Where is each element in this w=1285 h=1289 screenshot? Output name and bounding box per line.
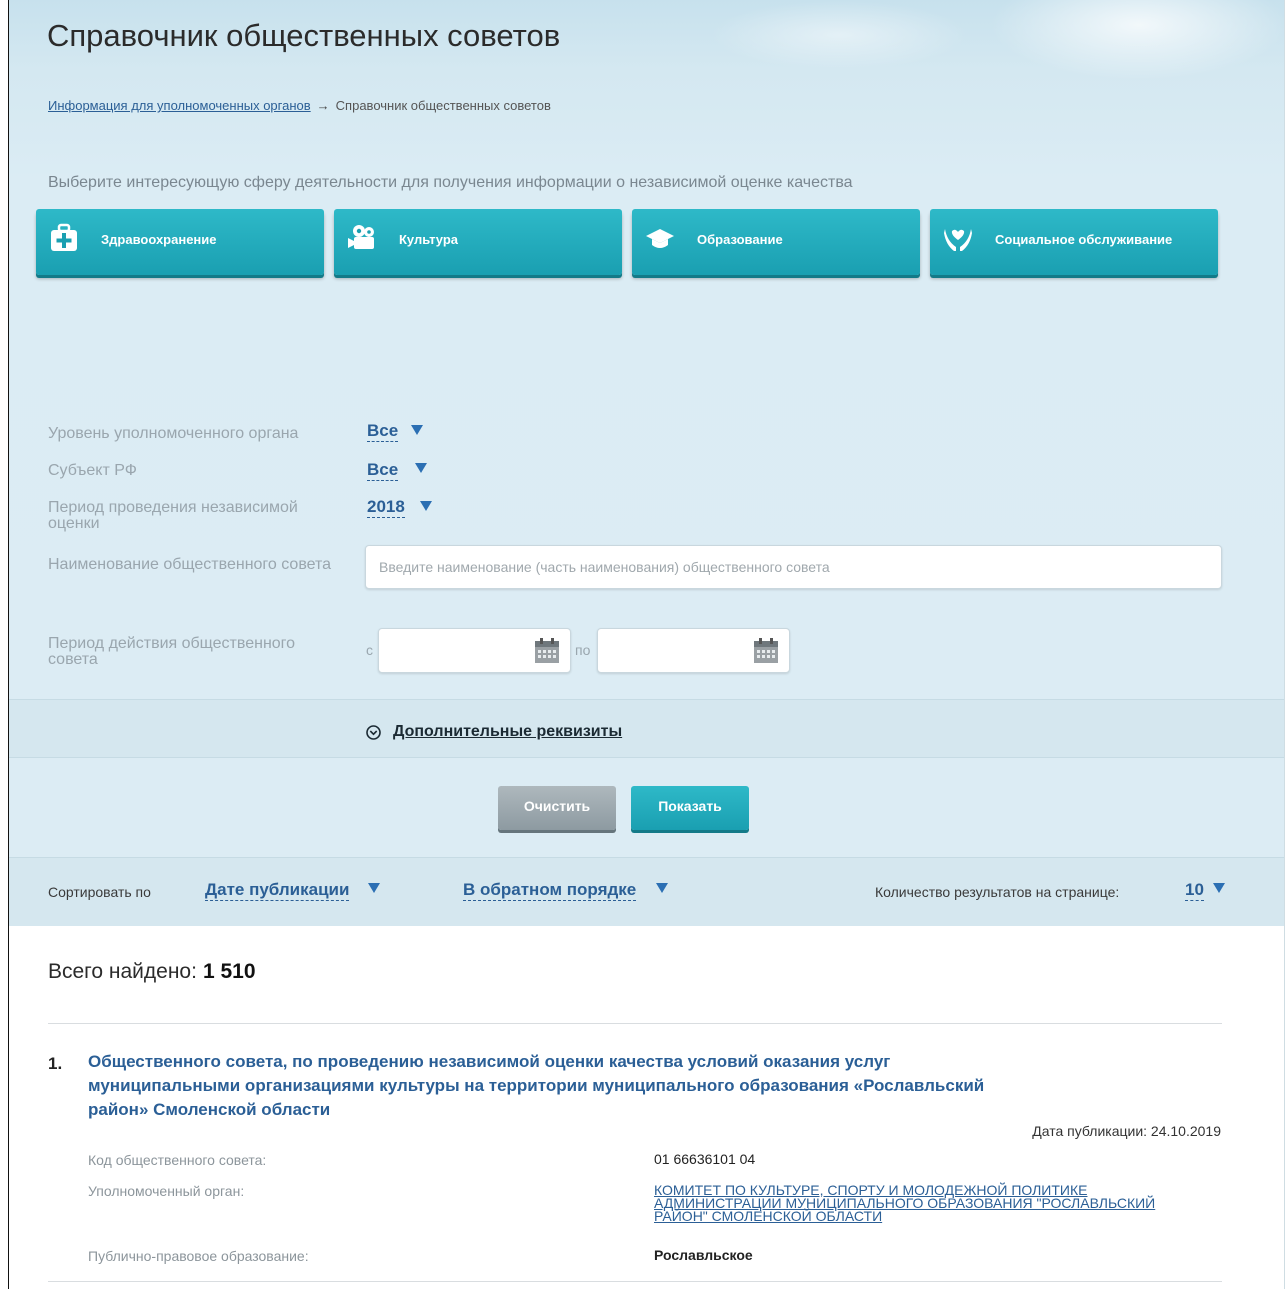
chevron-down-icon[interactable] <box>368 883 380 893</box>
result-entity-label: Публично-правовое образование: <box>88 1248 309 1264</box>
level-filter-label: Уровень уполномоченного органа <box>48 425 299 442</box>
results-total-label: Всего найдено: <box>48 960 197 983</box>
film-camera-icon <box>348 225 374 249</box>
sphere-button-education[interactable]: Образование <box>632 209 920 275</box>
chevron-down-icon[interactable] <box>411 425 423 435</box>
extra-fields-label: Дополнительные реквизиты <box>393 723 623 740</box>
result-authority-link[interactable]: КОМИТЕТ ПО КУЛЬТУРЕ, СПОРТУ И МОЛОДЕЖНОЙ… <box>654 1183 1194 1223</box>
sky-cloud <box>709 0 969 70</box>
sphere-buttons: Здравоохранение Культура Образование Соц… <box>36 209 1226 277</box>
sphere-button-culture[interactable]: Культура <box>334 209 622 275</box>
calendar-icon[interactable] <box>753 638 779 664</box>
breadcrumb: Информация для уполномоченных органов → Сп… <box>48 98 551 113</box>
result-number: 1. <box>48 1054 63 1073</box>
chevron-down-icon[interactable] <box>1213 883 1225 893</box>
sphere-button-social[interactable]: Социальное обслуживание <box>930 209 1218 275</box>
date-from-label: с <box>366 642 373 658</box>
sphere-intro-text: Выберите интересующую сферу деятельности… <box>48 174 853 191</box>
per-page-select[interactable]: 10 <box>1185 880 1204 901</box>
clear-button[interactable]: Очистить <box>498 786 616 830</box>
result-title-link[interactable]: Общественного совета, по проведению неза… <box>88 1050 988 1122</box>
divider <box>48 1023 1222 1024</box>
extra-fields-band <box>9 699 1284 758</box>
date-from-input[interactable] <box>378 628 571 673</box>
show-button[interactable]: Показать <box>631 786 749 830</box>
result-code-label: Код общественного совета: <box>88 1152 267 1168</box>
results-total-count: 1 510 <box>202 960 256 983</box>
calendar-icon[interactable] <box>534 638 560 664</box>
per-page-label: Количество результатов на странице: <box>875 884 1120 900</box>
subject-filter-label: Субъект РФ <box>48 462 137 479</box>
date-to-label: по <box>575 642 591 658</box>
sort-label: Сортировать по <box>48 884 151 900</box>
chevron-circle-down-icon <box>366 725 381 740</box>
caring-hands-icon <box>944 229 972 251</box>
page-frame: Справочник общественных советов Информац… <box>8 0 1285 1289</box>
level-filter-select[interactable]: Все <box>367 421 399 442</box>
result-code-value: 01 66636101 04 <box>654 1151 756 1167</box>
subject-filter-select[interactable]: Все <box>367 460 399 481</box>
results-total: Всего найдено: 1 510 <box>48 960 256 984</box>
page-title: Справочник общественных советов <box>47 18 561 53</box>
graduation-cap-icon <box>646 229 674 248</box>
sphere-label: Здравоохранение <box>101 232 217 247</box>
breadcrumb-link[interactable]: Информация для уполномоченных органов <box>48 98 311 113</box>
breadcrumb-current: Справочник общественных советов <box>335 98 551 113</box>
sort-field-select[interactable]: Дате публикации <box>205 880 350 901</box>
extra-fields-toggle[interactable]: Дополнительные реквизиты <box>366 723 622 741</box>
sphere-label: Образование <box>697 232 783 247</box>
sky-cloud <box>989 0 1284 80</box>
name-filter-label: Наименование общественного совета <box>48 556 332 573</box>
divider <box>48 1281 1222 1282</box>
sphere-button-health[interactable]: Здравоохранение <box>36 209 324 275</box>
chevron-down-icon[interactable] <box>656 883 668 893</box>
date-to-input[interactable] <box>597 628 790 673</box>
sphere-label: Культура <box>399 232 459 247</box>
sphere-label: Социальное обслуживание <box>995 232 1173 247</box>
chevron-down-icon[interactable] <box>420 501 432 511</box>
period-filter-select[interactable]: 2018 <box>367 497 405 518</box>
breadcrumb-separator: → <box>316 98 330 113</box>
result-authority-label: Уполномоченный орган: <box>88 1183 245 1199</box>
result-publication-date: Дата публикации: 24.10.2019 <box>1032 1123 1221 1139</box>
period-filter-label: Период проведения независимой оценки <box>48 499 298 532</box>
validity-filter-label: Период действия общественного совета <box>48 635 296 668</box>
first-aid-kit-icon <box>51 223 77 251</box>
sort-order-select[interactable]: В обратном порядке <box>463 880 637 901</box>
council-name-input[interactable] <box>365 545 1222 589</box>
result-entity-value: Рославльское <box>654 1247 753 1263</box>
chevron-down-icon[interactable] <box>415 463 427 473</box>
